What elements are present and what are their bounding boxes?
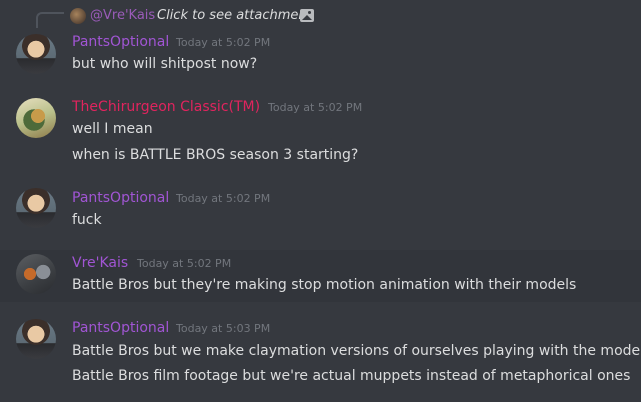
username[interactable]: PantsOptional <box>72 33 169 51</box>
message-group: PantsOptional Today at 5:02 PM but who w… <box>0 30 641 86</box>
username[interactable]: Vre'Kais <box>72 254 128 272</box>
image-icon <box>300 9 314 22</box>
message-text: but who will shitpost now? <box>72 56 258 72</box>
reply-author[interactable]: @Vre'Kais <box>90 8 155 24</box>
message-group-hovered[interactable]: Vre'Kais Today at 5:02 PM Battle Bros bu… <box>0 250 641 302</box>
username[interactable]: PantsOptional <box>72 319 169 337</box>
message-group: PantsOptional Today at 5:02 PM fuck <box>0 182 641 246</box>
avatar[interactable] <box>16 188 56 228</box>
timestamp: Today at 5:03 PM <box>176 322 271 335</box>
message-text: well I mean <box>72 121 153 137</box>
avatar[interactable] <box>16 319 56 359</box>
reply-spine <box>36 12 64 28</box>
reply-attachment-link[interactable]: Click to see attachment <box>157 8 312 24</box>
message-text: when is BATTLE BROS season 3 starting? <box>72 147 359 163</box>
avatar[interactable] <box>16 98 56 138</box>
reply-avatar[interactable] <box>70 8 86 24</box>
timestamp: Today at 5:02 PM <box>268 101 363 114</box>
message-text: fuck <box>72 212 102 228</box>
avatar[interactable] <box>16 254 56 294</box>
timestamp: Today at 5:02 PM <box>176 36 271 49</box>
message-text: Battle Bros film footage but we're actua… <box>72 368 631 384</box>
username[interactable]: PantsOptional <box>72 189 169 207</box>
message-group: PantsOptional Today at 5:03 PM Battle Br… <box>0 312 641 402</box>
message-group: TheChirurgeon Classic(TM) Today at 5:02 … <box>0 86 641 182</box>
message-text: Battle Bros but we make claymation versi… <box>72 343 641 359</box>
avatar[interactable] <box>16 34 56 74</box>
reply-reference[interactable]: @Vre'Kais Click to see attachment <box>0 0 641 30</box>
timestamp: Today at 5:02 PM <box>137 257 232 270</box>
chat-log: @Vre'Kais Click to see attachment PantsO… <box>0 0 641 402</box>
message-text: Battle Bros but they're making stop moti… <box>72 277 577 293</box>
timestamp: Today at 5:02 PM <box>176 192 271 205</box>
username[interactable]: TheChirurgeon Classic(TM) <box>72 98 260 116</box>
